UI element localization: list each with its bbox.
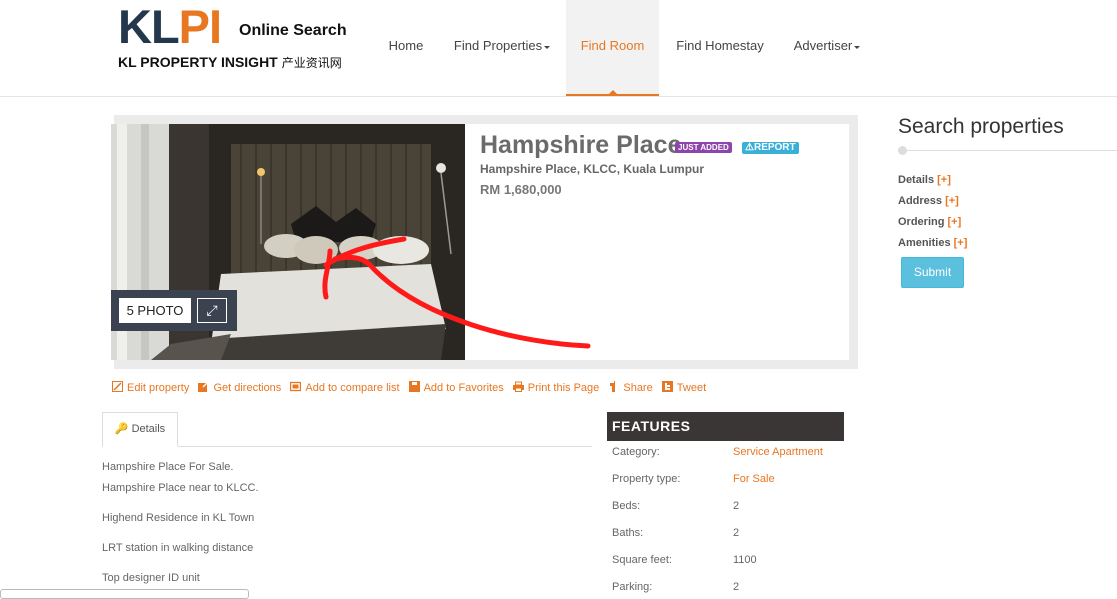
- edit-property-link[interactable]: Edit property: [112, 381, 189, 394]
- directions-icon: [198, 381, 210, 392]
- listing-actions: Edit property Get directions Add to comp…: [112, 381, 712, 397]
- listing-price: RM 1,680,000: [480, 182, 562, 197]
- feature-label-square-feet: Square feet:: [612, 554, 672, 566]
- favorites-icon: [408, 381, 420, 392]
- bottom-popup-edge: [0, 589, 249, 599]
- share-link[interactable]: Share: [608, 381, 653, 394]
- description-line: Highend Residence in KL Town: [102, 512, 255, 524]
- caret-down-icon: [544, 46, 551, 49]
- listing-address: Hampshire Place, KLCC, Kuala Lumpur: [480, 162, 705, 176]
- tab-details[interactable]: 🔑 Details: [102, 412, 178, 447]
- report-button[interactable]: ⚠REPORT: [742, 142, 799, 154]
- key-icon: 🔑: [114, 423, 129, 435]
- feature-value-beds: 2: [733, 500, 740, 512]
- warning-icon: ⚠: [745, 142, 754, 153]
- print-icon: [512, 381, 524, 392]
- search-properties-title: Search properties: [898, 115, 1064, 138]
- nav-find-homestay[interactable]: Find Homestay: [668, 0, 772, 96]
- filter-address-toggle[interactable]: Address [+]: [898, 195, 959, 207]
- photo-count-label: 5 PHOTO: [119, 298, 191, 323]
- feature-value-baths: 2: [733, 527, 740, 539]
- description-line: Hampshire Place near to KLCC.: [102, 482, 259, 494]
- just-added-badge: JUST ADDED: [675, 142, 732, 153]
- get-directions-link[interactable]: Get directions: [198, 381, 281, 394]
- edit-icon: [112, 381, 123, 392]
- feature-label-category: Category:: [612, 446, 660, 458]
- feature-value-parking: 2: [733, 581, 740, 593]
- logo-tagline: KL PROPERTY INSIGHT 产业资讯网: [118, 54, 342, 70]
- tweet-icon: [661, 381, 673, 392]
- sidebar-divider: [903, 150, 1117, 151]
- filter-amenities-toggle[interactable]: Amenities [+]: [898, 237, 967, 249]
- feature-value-property-type[interactable]: For Sale: [733, 473, 775, 485]
- site-header: KLPI Online Search KL PROPERTY INSIGHT 产业…: [0, 0, 1117, 97]
- nav-find-properties[interactable]: Find Properties: [446, 0, 558, 96]
- filter-ordering-toggle[interactable]: Ordering [+]: [898, 216, 961, 228]
- filter-details-toggle[interactable]: Details [+]: [898, 174, 951, 186]
- active-pointer-icon: [608, 90, 618, 95]
- feature-label-baths: Baths:: [612, 527, 644, 539]
- caret-down-icon: [854, 46, 861, 49]
- nav-find-room[interactable]: Find Room: [566, 0, 659, 96]
- description-line: LRT station in walking distance: [102, 542, 254, 554]
- logo-mark: KLPI: [118, 0, 222, 53]
- print-page-link[interactable]: Print this Page: [512, 381, 599, 394]
- site-logo[interactable]: KLPI Online Search KL PROPERTY INSIGHT 产业…: [118, 0, 358, 74]
- feature-label-beds: Beds:: [612, 500, 641, 512]
- compare-icon: [290, 381, 302, 392]
- submit-button[interactable]: Submit: [901, 257, 964, 288]
- features-heading: FEATURES: [607, 412, 844, 441]
- nav-home[interactable]: Home: [378, 0, 434, 96]
- description-line: Top designer ID unit: [102, 572, 200, 584]
- annotation-arrow: [322, 236, 591, 349]
- logo-online-search: Online Search: [239, 22, 347, 39]
- tweet-link[interactable]: Tweet: [661, 381, 706, 394]
- feature-label-property-type: Property type:: [612, 473, 681, 485]
- description-line: Hampshire Place For Sale.: [102, 461, 234, 473]
- expand-icon[interactable]: ⤢: [197, 298, 227, 323]
- photo-count-badge[interactable]: 5 PHOTO ⤢: [111, 290, 237, 331]
- add-to-favorites-link[interactable]: Add to Favorites: [408, 381, 504, 394]
- feature-value-category[interactable]: Service Apartment: [733, 446, 823, 458]
- feature-value-square-feet: 1100: [733, 554, 757, 566]
- feature-label-parking: Parking:: [612, 581, 653, 593]
- nav-advertiser[interactable]: Advertiser: [784, 0, 870, 96]
- add-to-compare-link[interactable]: Add to compare list: [290, 381, 400, 394]
- share-icon: [610, 381, 616, 392]
- divider-dot-icon: [898, 146, 907, 155]
- listing-title: Hampshire Place: [480, 131, 682, 159]
